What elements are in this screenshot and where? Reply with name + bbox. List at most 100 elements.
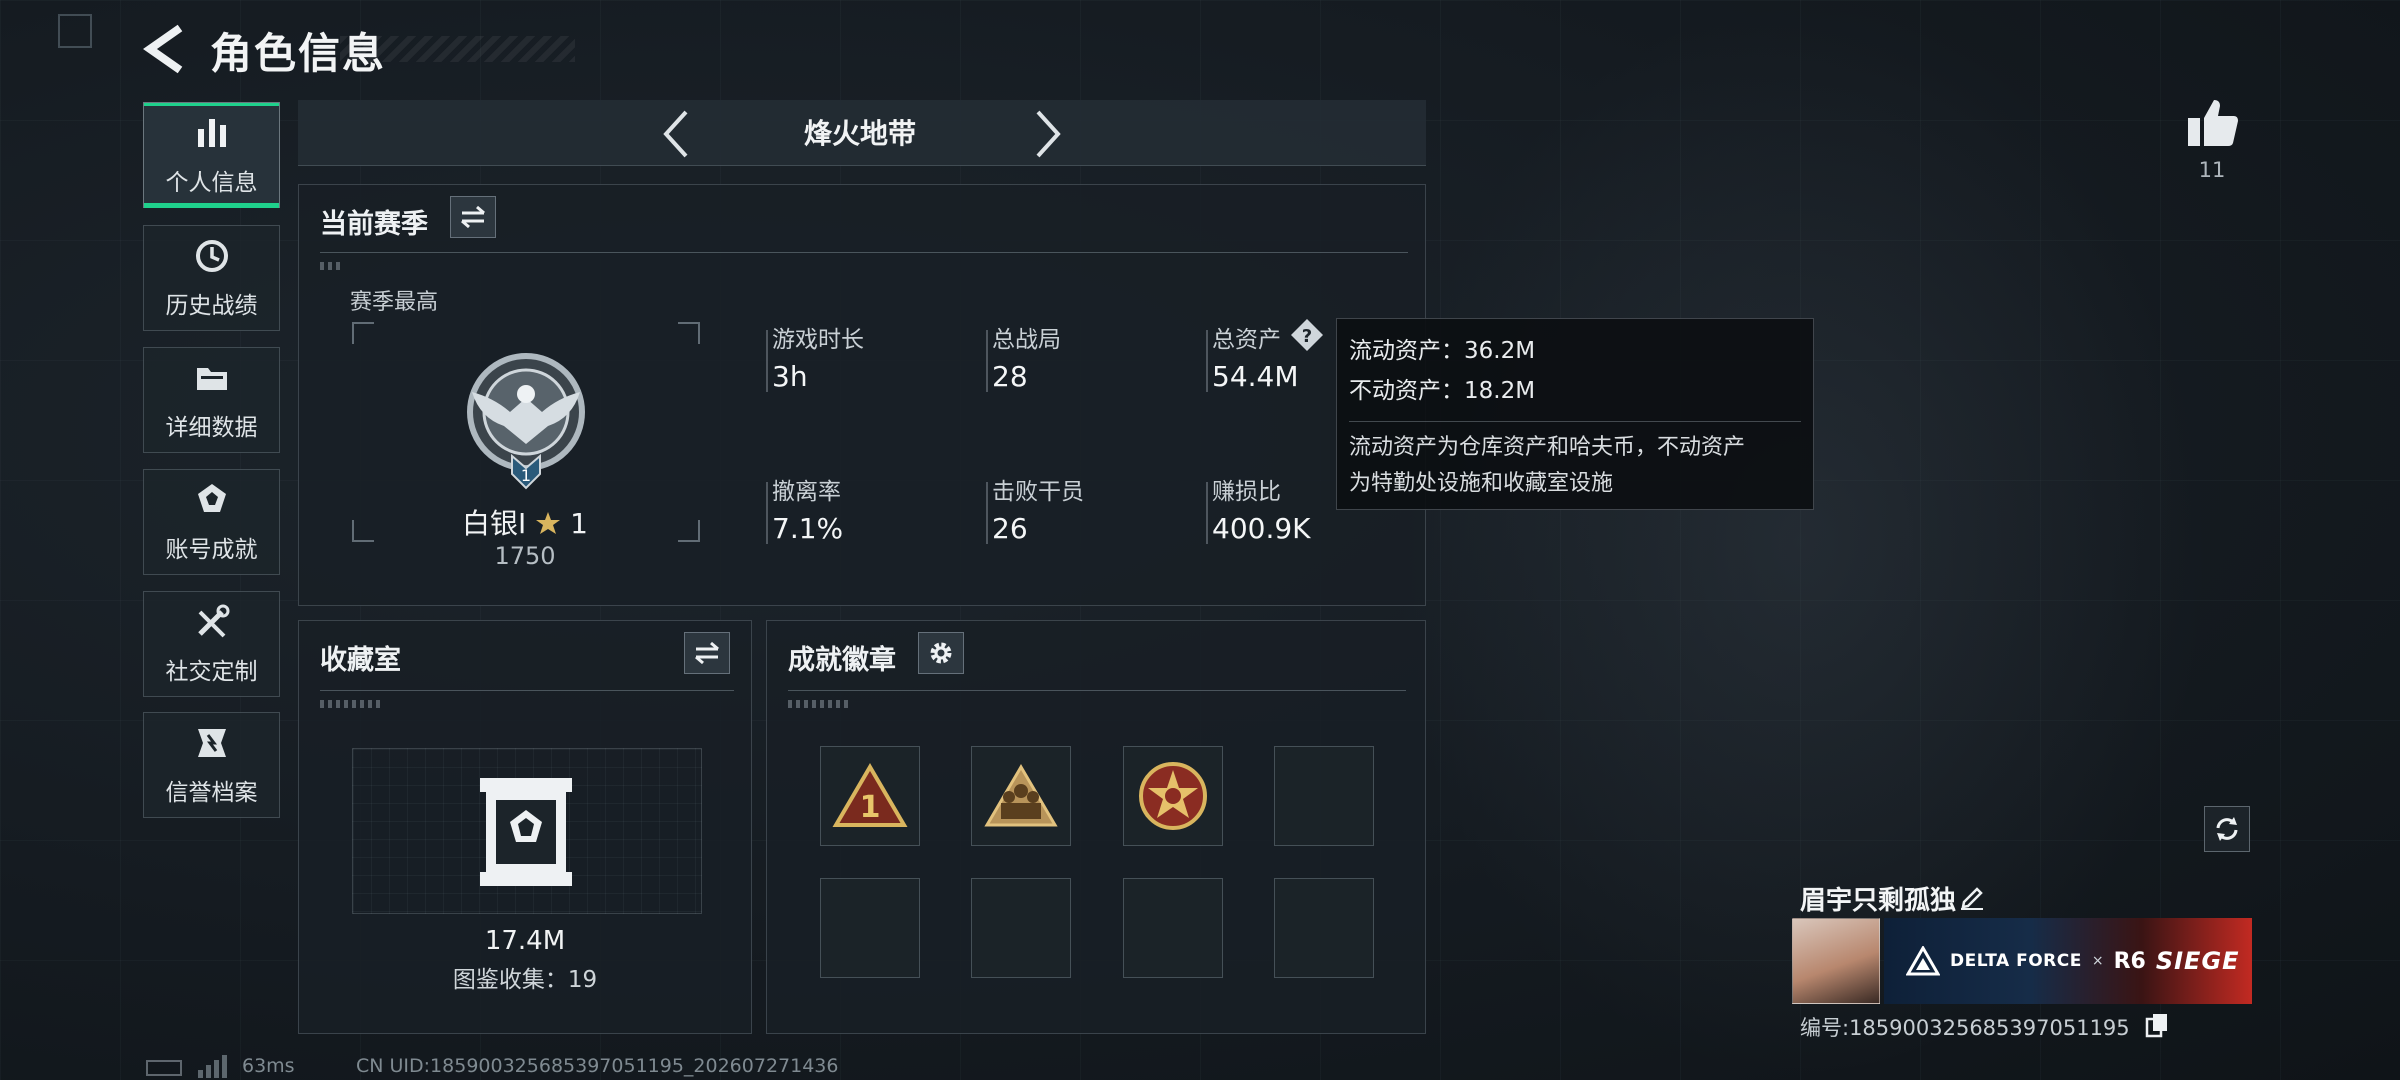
stat-value-profit-loss: 400.9K: [1212, 512, 1311, 545]
badge-slot-empty[interactable]: [820, 878, 920, 978]
rank-one-badge-icon: 1: [832, 763, 908, 827]
rank-name: 白银I: [462, 507, 527, 540]
sidebar-item-label: 社交定制: [165, 659, 258, 685]
thumbs-up-icon[interactable]: [2184, 94, 2240, 150]
tooltip-liquid-assets: 流动资产：36.2M: [1349, 338, 1536, 364]
silver-rank-emblem-icon: 1: [467, 353, 585, 490]
divider-marks: [320, 700, 380, 708]
collection-divider: [320, 690, 734, 691]
rank-score: 1750: [494, 542, 556, 570]
sidebar-item-label: 账号成就: [165, 537, 258, 563]
collection-value: 17.4M: [484, 926, 566, 956]
gear-icon: [930, 642, 952, 664]
mode-title: 烽火地带: [803, 117, 916, 150]
stat-label-operators-defeated: 击败干员: [992, 479, 1084, 505]
rank-line: 白银I 1: [420, 502, 630, 542]
chevron-left-icon[interactable]: [658, 108, 694, 160]
swap-icon: [695, 641, 719, 665]
sidebar-item-detailed-data[interactable]: 详细数据: [143, 347, 280, 453]
help-question-icon[interactable]: ?: [1290, 318, 1324, 352]
sidebar-item-personal-info[interactable]: 个人信息: [143, 102, 280, 208]
bar-chart-icon: [197, 119, 226, 147]
folder-icon: [196, 368, 227, 390]
avatar[interactable]: [1792, 918, 1880, 1004]
badge-slot-empty[interactable]: [1274, 878, 1374, 978]
season-switch-button[interactable]: [450, 196, 496, 238]
season-best-label: 赛季最高: [350, 290, 439, 315]
collection-vault-icon: [480, 778, 572, 886]
swap-icon: [461, 205, 485, 229]
sidebar-item-label: 个人信息: [165, 170, 258, 196]
tooltip-divider: [1349, 421, 1801, 422]
badge-slot-star-medal[interactable]: [1123, 746, 1223, 846]
stat-marker: [766, 482, 768, 544]
assets-tooltip: 流动资产：36.2M 不动资产：18.2M 流动资产为仓库资产和哈夫币，不动资产…: [1336, 318, 1814, 510]
frame-corner: [352, 520, 374, 542]
sidebar-item-label: 详细数据: [165, 415, 258, 441]
stat-value-total-assets: 54.4M: [1212, 360, 1299, 393]
sidebar-item-achievements[interactable]: 账号成就: [143, 469, 280, 575]
collection-switch-button[interactable]: [684, 632, 730, 674]
frame-corner: [352, 322, 374, 344]
reputation-icon: [197, 729, 226, 757]
signal-icon: [198, 1055, 227, 1078]
profile-banner: DELTA FORCE × R6 SIEGE: [1884, 918, 2252, 1004]
player-id: 编号:185900325685397051195: [1800, 1016, 2130, 1040]
stat-label-profit-loss: 赚损比: [1212, 479, 1281, 505]
banner-siege: SIEGE: [2155, 947, 2240, 975]
achievement-icon: [197, 484, 226, 512]
stat-label-playtime: 游戏时长: [772, 327, 864, 353]
tooltip-description-1: 流动资产为仓库资产和哈夫币，不动资产: [1349, 435, 1746, 460]
banner-separator: ×: [2091, 953, 2104, 969]
badges-divider: [788, 690, 1406, 691]
frame-corner: [678, 322, 700, 344]
stat-marker: [986, 482, 988, 544]
player-name: 眉宇只剩孤独: [1800, 886, 1957, 916]
sidebar-item-social[interactable]: 社交定制: [143, 591, 280, 697]
copy-icon[interactable]: [2144, 1012, 2170, 1038]
badge-settings-button[interactable]: [918, 632, 964, 674]
delta-force-logo-icon: [1906, 946, 1940, 976]
squad-badge-icon: [984, 764, 1058, 827]
tooltip-fixed-assets: 不动资产：18.2M: [1349, 378, 1536, 404]
chevron-right-icon[interactable]: [1030, 108, 1066, 160]
stat-label-total-matches: 总战局: [992, 327, 1061, 353]
banner-brand: DELTA FORCE: [1950, 951, 2082, 971]
stat-value-total-matches: 28: [992, 360, 1028, 393]
star-icon: [536, 512, 561, 534]
stat-value-playtime: 3h: [772, 360, 808, 393]
client-uid: CN UID:185900325685397051195_20260727143…: [356, 1055, 839, 1077]
stat-value-operators-defeated: 26: [992, 512, 1028, 545]
svg-text:?: ?: [1302, 326, 1312, 347]
stat-value-extraction-rate: 7.1%: [772, 512, 844, 545]
page-title: 角色信息: [210, 29, 387, 78]
season-divider: [320, 252, 1408, 253]
stat-marker: [1206, 330, 1208, 392]
refresh-button[interactable]: [2204, 806, 2250, 852]
badge-slot-empty[interactable]: [1274, 746, 1374, 846]
divider-marks: [320, 262, 342, 270]
sidebar-item-history[interactable]: 历史战绩: [143, 225, 280, 331]
svg-text:1: 1: [860, 790, 881, 825]
banner-r6: R6: [2113, 948, 2146, 974]
collection-count: 图鉴收集：19: [452, 967, 598, 993]
sidebar-item-label: 信誉档案: [165, 780, 258, 806]
refresh-icon: [2216, 817, 2238, 841]
back-arrow-icon[interactable]: [140, 22, 190, 76]
stat-label-extraction-rate: 撤离率: [772, 479, 841, 505]
stat-label-total-assets: 总资产: [1212, 327, 1281, 353]
sidebar-item-reputation[interactable]: 信誉档案: [143, 712, 280, 818]
badge-slot-empty[interactable]: [1123, 878, 1223, 978]
tooltip-description-2: 为特勤处设施和收藏室设施: [1349, 471, 1614, 496]
sidebar-item-label: 历史战绩: [165, 293, 258, 319]
star-medal-badge-icon: [1139, 762, 1207, 830]
edit-pencil-icon[interactable]: [1958, 882, 1986, 910]
divider-marks: [788, 700, 848, 708]
badge-slot-empty[interactable]: [971, 878, 1071, 978]
stat-marker: [986, 330, 988, 392]
badge-slot-squad[interactable]: [971, 746, 1071, 846]
battery-icon: [146, 1060, 182, 1076]
stat-marker: [1206, 482, 1208, 544]
badge-slot-rank-one[interactable]: 1: [820, 746, 920, 846]
badges-title: 成就徽章: [788, 645, 896, 676]
